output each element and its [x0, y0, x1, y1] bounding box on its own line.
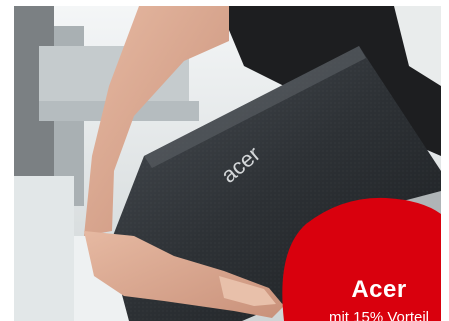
badge-offer: mit 15% Vorteil — [328, 309, 430, 321]
promo-banner[interactable]: acer Acer mit 15% Vorteil — [14, 6, 441, 321]
promo-photo: acer — [14, 6, 441, 321]
badge-brand: Acer — [351, 276, 407, 303]
